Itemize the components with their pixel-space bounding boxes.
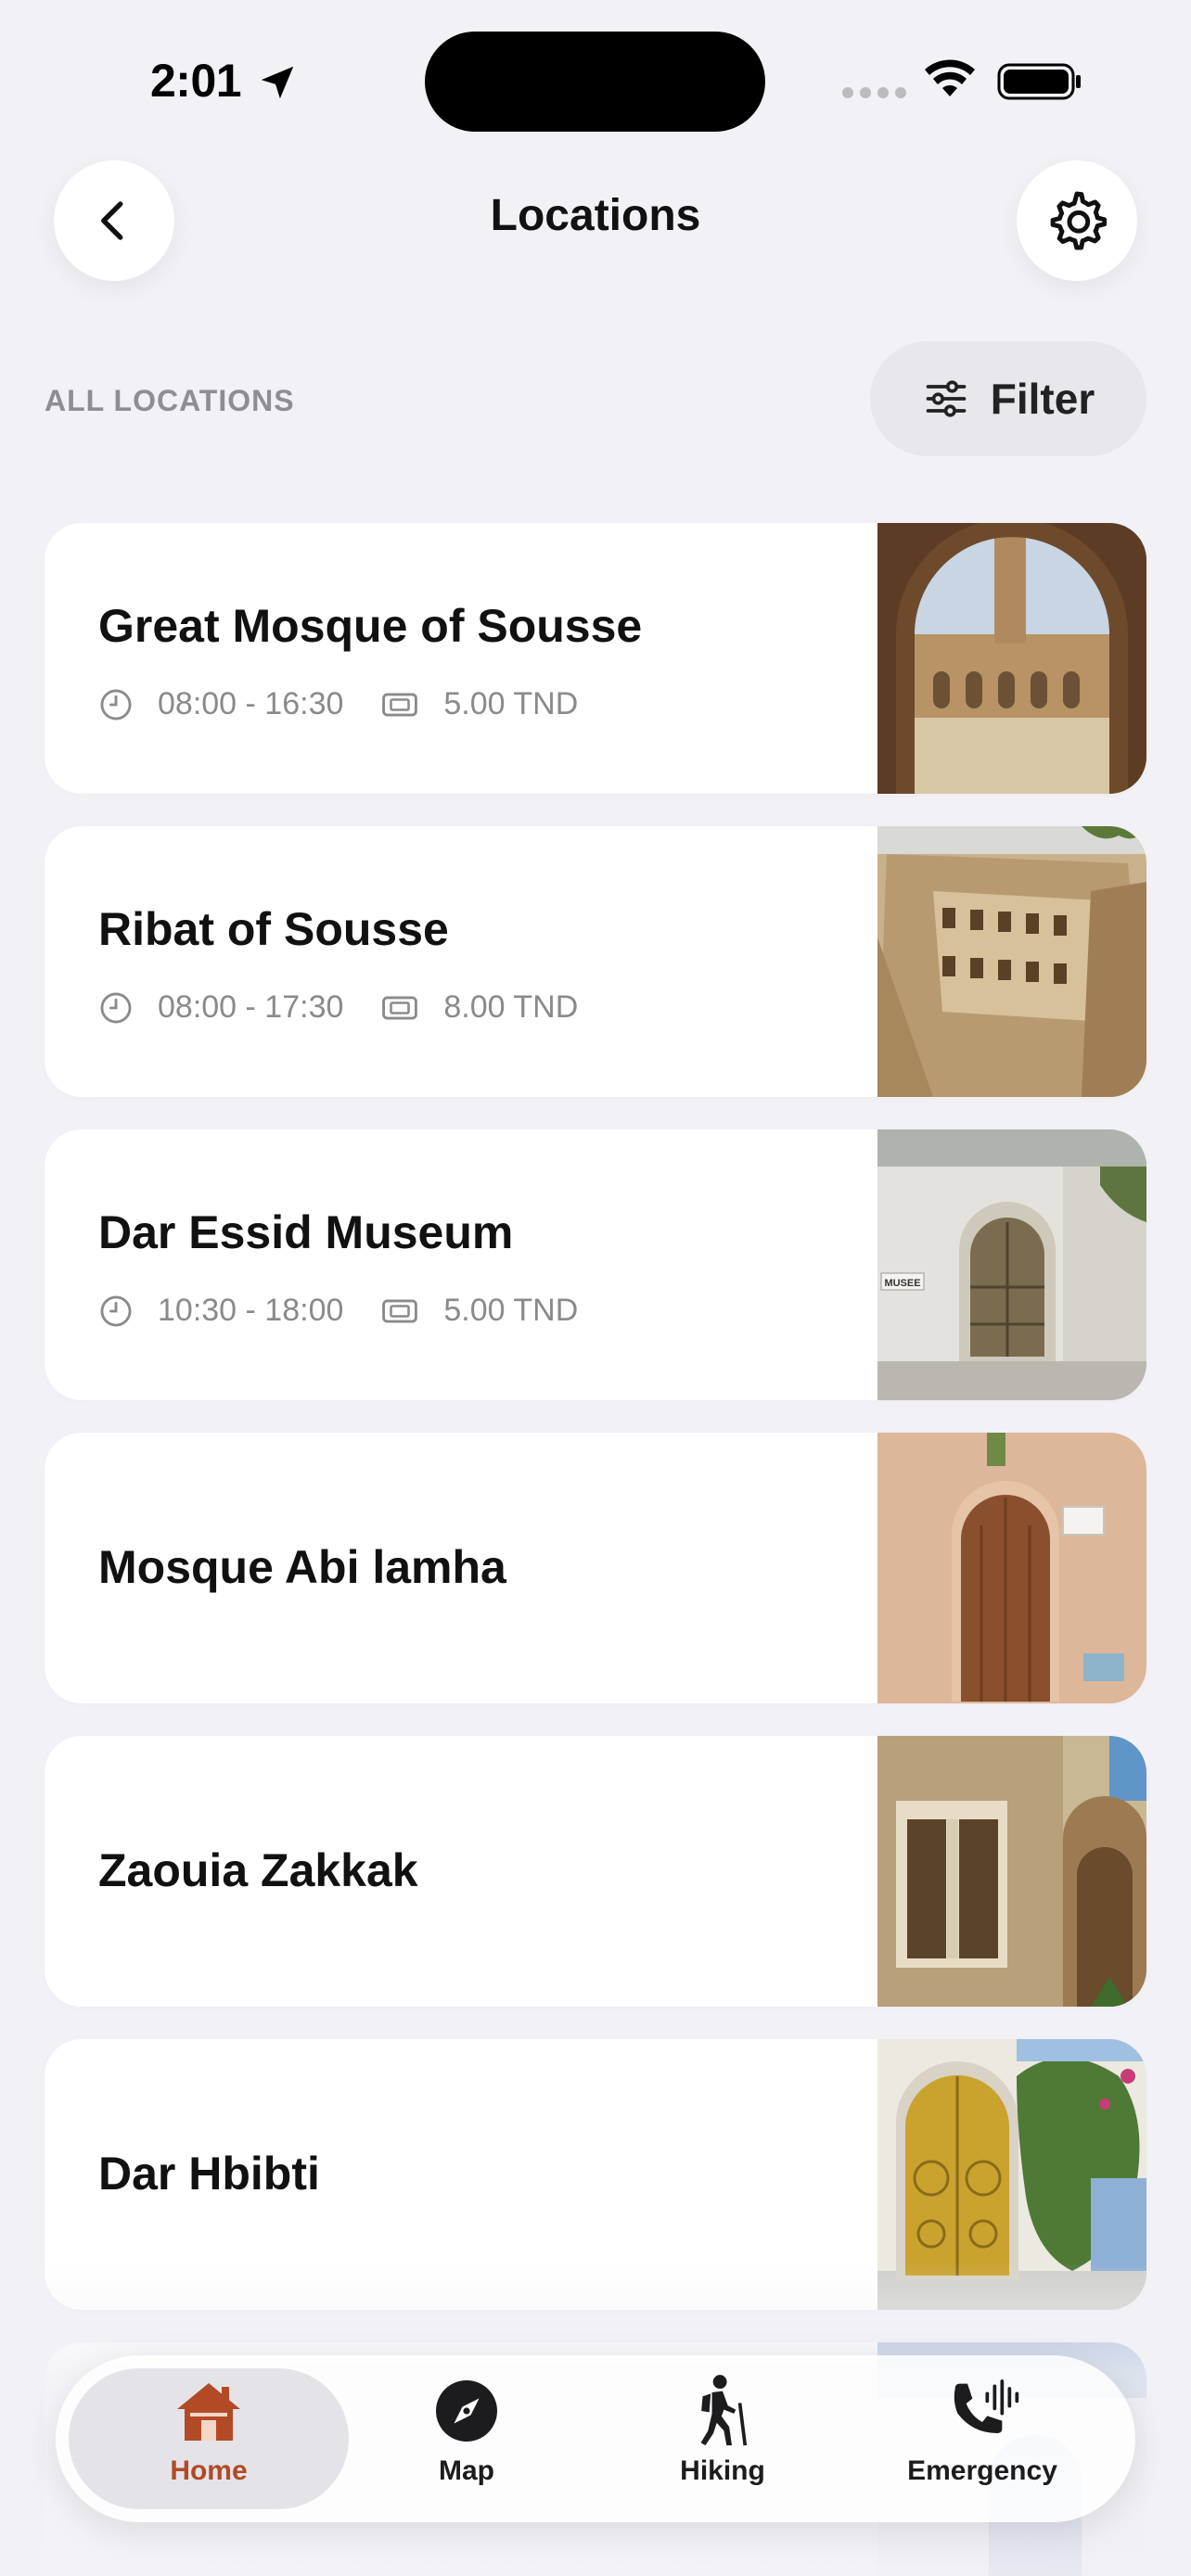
location-photo <box>877 826 1146 1097</box>
house-icon <box>177 2383 240 2441</box>
opening-hours: 08:00 - 16:30 <box>158 686 344 721</box>
museum-sign: MUSEE <box>884 1278 920 1289</box>
location-name: Dar Hbibti <box>98 2148 320 2200</box>
status-time: 2:01 <box>150 55 242 107</box>
tab-label: Hiking <box>680 2455 765 2486</box>
location-name: Great Mosque of Sousse <box>98 600 643 652</box>
location-meta: 08:00 - 16:30 5.00 TND <box>98 686 578 722</box>
phone-icon <box>954 2379 1019 2433</box>
tab-hiking[interactable]: Hiking <box>611 2374 834 2504</box>
ticket-price: 5.00 TND <box>443 686 579 721</box>
location-card-great-mosque[interactable]: Great Mosque of Sousse 08:00 - 16:30 5.0… <box>45 523 1146 794</box>
tab-map[interactable]: Map <box>355 2374 578 2504</box>
sliders-icon <box>926 380 967 417</box>
location-name: Dar Essid Museum <box>98 1206 514 1258</box>
ticket-price: 5.00 TND <box>443 1293 579 1328</box>
location-photo: MUSEE <box>877 1129 1146 1400</box>
filter-label: Filter <box>990 375 1095 423</box>
location-arrow-icon <box>261 66 294 99</box>
location-photo <box>877 523 1146 794</box>
hiker-icon <box>700 2375 748 2446</box>
location-card-zaouia-zakkak[interactable]: Zaouia Zakkak <box>45 1736 1146 2007</box>
location-card-ribat[interactable]: Ribat of Sousse 08:00 - 17:30 8.00 TND <box>45 826 1146 1097</box>
location-photo <box>877 1433 1146 1703</box>
tab-emergency[interactable]: Emergency <box>871 2374 1094 2504</box>
tab-label: Home <box>170 2455 248 2486</box>
filter-button[interactable]: Filter <box>870 341 1146 456</box>
ticket-icon <box>382 995 418 1020</box>
page-title: Locations <box>490 191 701 240</box>
compass-icon <box>436 2380 497 2442</box>
cellular-signal-icon <box>842 87 906 98</box>
location-photo <box>877 1736 1146 2007</box>
section-label: ALL LOCATIONS <box>45 384 295 417</box>
ticket-price: 8.00 TND <box>443 989 579 1025</box>
locations-screen: 2:01 Locations ALL LOCATIONS Filter Grea… <box>0 0 1191 2576</box>
tab-label: Map <box>439 2455 494 2486</box>
ticket-icon <box>382 1298 418 1323</box>
opening-hours: 08:00 - 17:30 <box>158 989 344 1025</box>
location-meta: 08:00 - 17:30 8.00 TND <box>98 989 578 1026</box>
opening-hours: 10:30 - 18:00 <box>158 1293 344 1328</box>
tab-bar: Home Map Hiking Emergency <box>56 2355 1135 2522</box>
wifi-icon <box>925 59 975 96</box>
battery-icon <box>997 63 1081 100</box>
clock-icon <box>100 1295 132 1326</box>
clock-icon <box>100 992 132 1023</box>
tab-home[interactable]: Home <box>97 2374 320 2504</box>
tab-label: Emergency <box>907 2455 1057 2486</box>
location-meta: 10:30 - 18:00 5.00 TND <box>98 1293 578 1329</box>
location-card-dar-essid[interactable]: Dar Essid Museum 10:30 - 18:00 5.00 TND … <box>45 1129 1146 1400</box>
ticket-icon <box>382 692 418 717</box>
settings-button[interactable] <box>1017 160 1137 281</box>
gear-icon <box>1050 191 1108 250</box>
clock-icon <box>100 689 132 720</box>
location-name: Mosque Abi lamha <box>98 1541 506 1593</box>
location-card-mosque-abi-lamha[interactable]: Mosque Abi lamha <box>45 1433 1146 1703</box>
dynamic-island <box>425 32 765 132</box>
location-name: Zaouia Zakkak <box>98 1844 418 1896</box>
location-name: Ribat of Sousse <box>98 903 449 955</box>
